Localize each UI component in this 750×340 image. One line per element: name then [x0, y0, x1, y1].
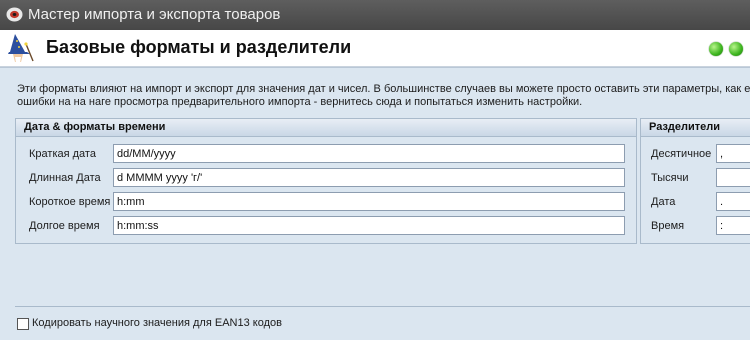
- time-separator-label: Время: [651, 220, 685, 232]
- ean13-checkbox[interactable]: [17, 318, 29, 330]
- short-time-field[interactable]: [113, 192, 625, 211]
- app-logo-icon: [6, 7, 23, 22]
- title-bar: Мастер импорта и экспорта товаров: [0, 0, 750, 30]
- date-separator-label: Дата: [651, 196, 676, 208]
- ean13-checkbox-label[interactable]: Кодировать научного значения для EAN13 к…: [32, 317, 282, 329]
- page-title: Базовые форматы и разделители: [46, 37, 352, 57]
- short-date-label: Краткая дата: [29, 148, 96, 160]
- intro-line: ошибки на на наге просмотра предваритель…: [17, 96, 583, 108]
- date-formats-panel-title: Дата & форматы времени: [16, 119, 636, 137]
- wizard-header: Базовые форматы и разделители: [0, 30, 750, 67]
- divider: [15, 306, 750, 307]
- long-time-field[interactable]: [113, 216, 625, 235]
- window-title: Мастер импорта и экспорта товаров: [28, 6, 281, 23]
- short-time-label: Короткое время: [29, 196, 111, 208]
- status-dot-icon: [709, 42, 723, 56]
- short-date-field[interactable]: [113, 144, 625, 163]
- wizard-icon: [8, 34, 34, 63]
- intro-text: Эти форматы влияют на импорт и экспорт д…: [17, 83, 750, 109]
- time-separator-field[interactable]: [716, 216, 750, 235]
- long-time-label: Долгое время: [29, 220, 100, 232]
- long-date-field[interactable]: [113, 168, 625, 187]
- decimal-separator-label: Десятичное: [651, 148, 712, 160]
- decimal-separator-field[interactable]: [716, 144, 750, 163]
- separators-panel-title: Разделители: [641, 119, 750, 137]
- thousands-separator-field[interactable]: [716, 168, 750, 187]
- intro-line: Эти форматы влияют на импорт и экспорт д…: [17, 83, 750, 95]
- thousands-separator-label: Тысячи: [651, 172, 689, 184]
- long-date-label: Длинная Дата: [29, 172, 101, 184]
- date-separator-field[interactable]: [716, 192, 750, 211]
- status-dot-icon: [729, 42, 743, 56]
